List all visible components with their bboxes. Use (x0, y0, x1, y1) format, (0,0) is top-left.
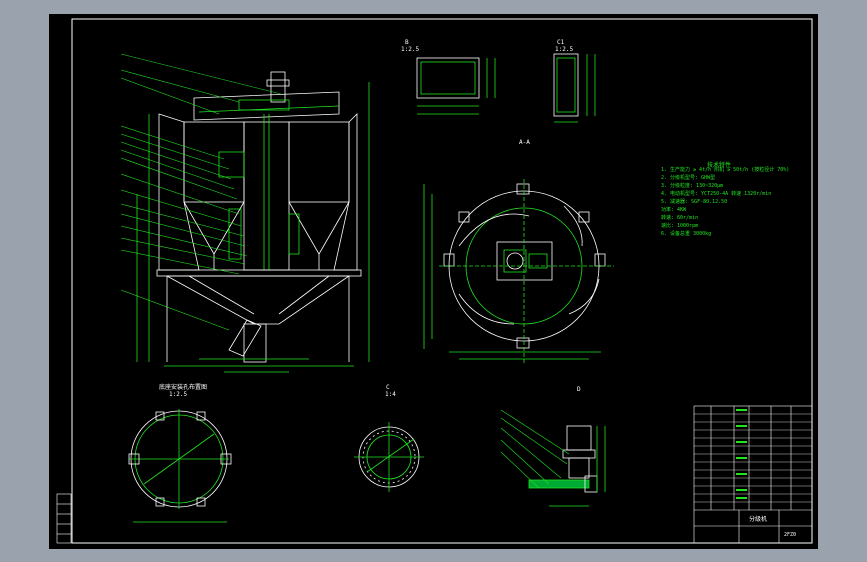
drawing-canvas (56, 18, 813, 544)
note-line: 速比: 1000rpm (661, 223, 699, 229)
note-line: 2. 分级机型号: GHW型 (661, 175, 716, 181)
drawing-sheet: B 1:2.5 C1 1:2.5 A-A 底座安装孔布置图 1:2.5 C 1:… (49, 14, 818, 549)
view-label-a: A-A (519, 139, 530, 146)
note-line: 5. 减速器: SGF-80.12.50 (661, 199, 728, 205)
drawing-number: 2FZ0 (784, 532, 797, 538)
scale-label-base: 1:2.5 (169, 391, 188, 398)
note-line: 1. 生产能力 ≥ 4t/h 附机 ≥ 50t/h (按粒径计 70%) (661, 167, 790, 173)
note-line: 功率: 4KW (661, 207, 687, 213)
revision-strip (56, 493, 72, 544)
view-d-drive-assembly (500, 409, 606, 507)
view-label-b: B (405, 39, 409, 46)
view-c-flange (354, 422, 424, 492)
scale-label-c: 1:4 (385, 391, 396, 398)
view-b-detail (416, 57, 496, 115)
scale-label-c1: 1:2.5 (555, 46, 574, 53)
note-line: 4. 电动机型号: YCT250-4A 转速 1320r/min (661, 191, 772, 197)
scale-label-b: 1:2.5 (401, 46, 420, 53)
view-c1-detail (553, 53, 596, 123)
view-label-d: D (577, 386, 581, 393)
section-a-plan-view (423, 179, 614, 364)
view-label-base: 底座安装孔布置图 (159, 384, 208, 391)
note-line: 转速: 60r/min (661, 215, 699, 221)
view-label-c: C (386, 384, 390, 391)
technical-notes: 1. 生产能力 ≥ 4t/h 附机 ≥ 50t/h (按粒径计 70%) 2. … (661, 166, 789, 238)
note-line: 6. 设备总重 3000kg (661, 231, 712, 237)
base-hole-layout-view (128, 409, 232, 523)
view-label-c1: C1 (557, 39, 565, 46)
main-elevation-view (120, 53, 370, 373)
drawing-border (71, 18, 813, 544)
note-line: 3. 分级粒度: 130~320μm (661, 183, 724, 189)
drawing-title: 分级机 (749, 516, 768, 523)
